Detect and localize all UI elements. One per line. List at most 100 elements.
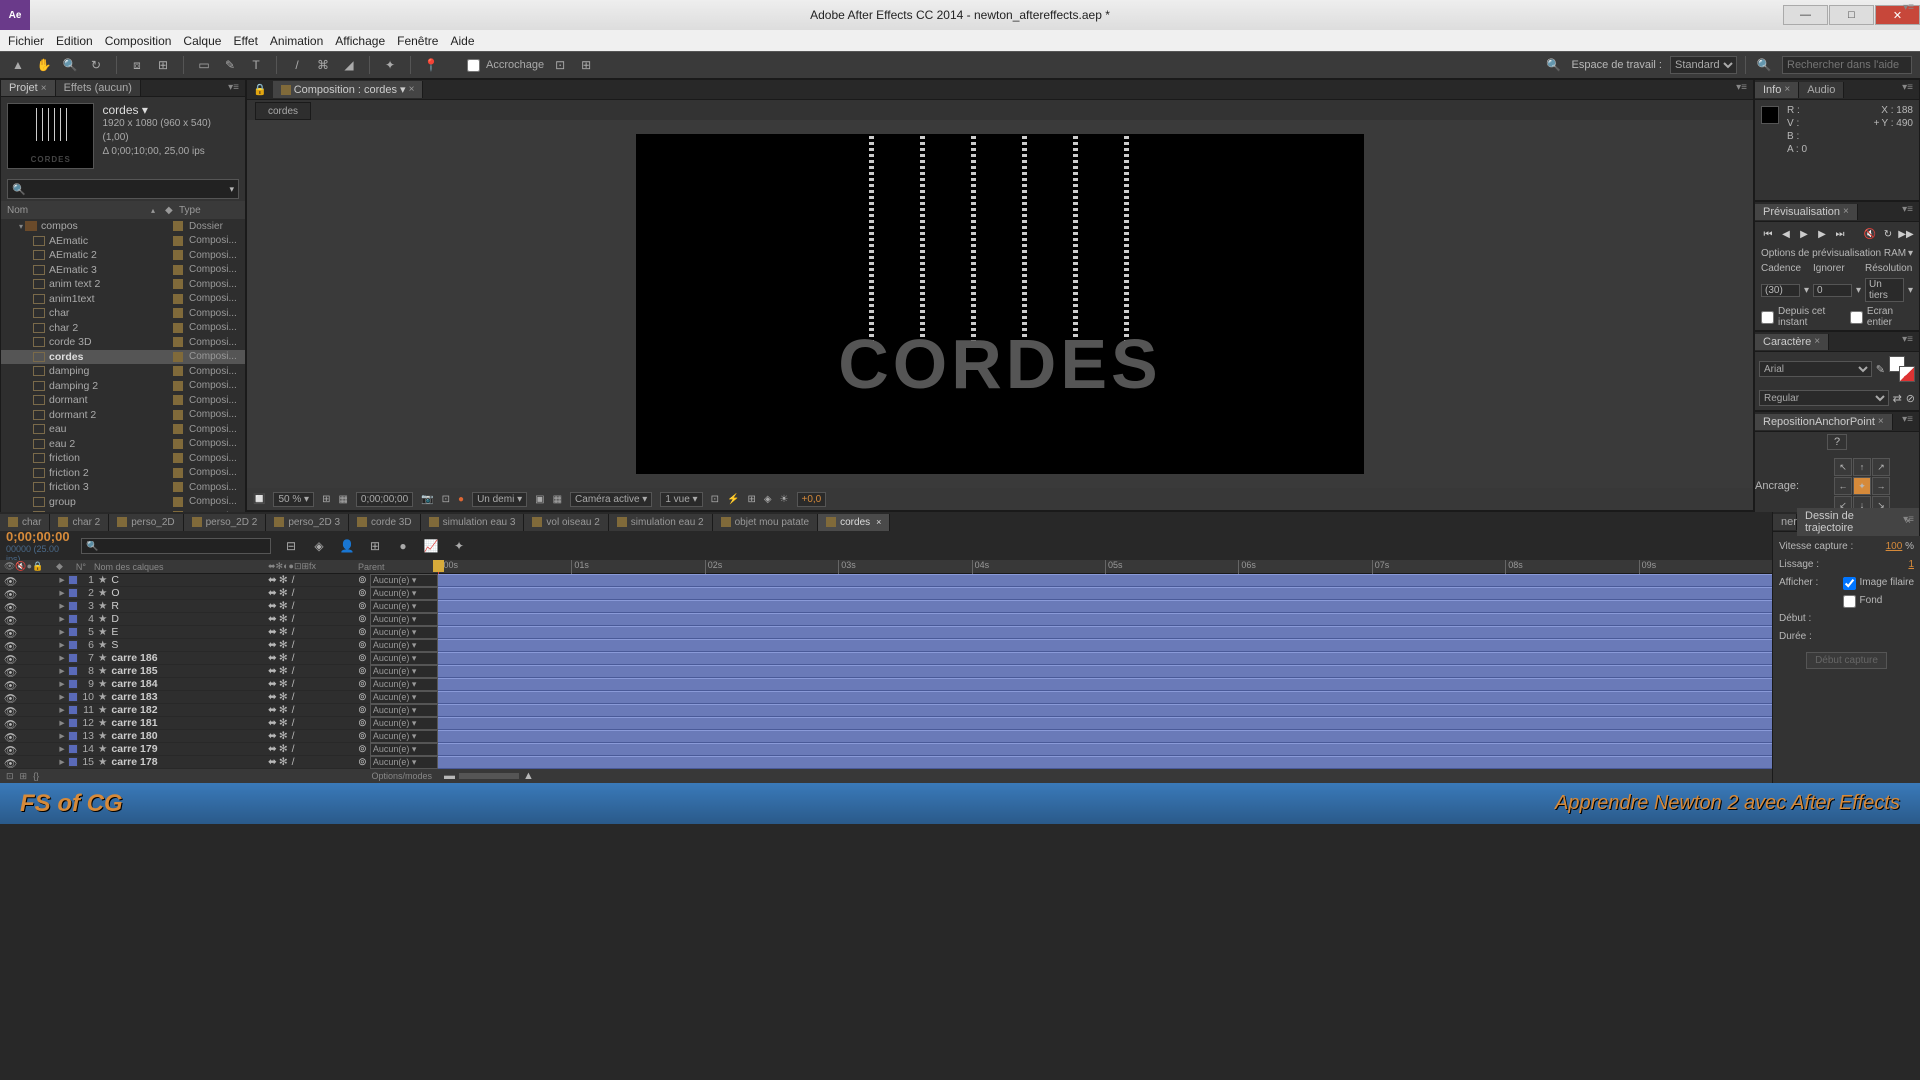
project-item[interactable]: friction 3Composi... [1, 480, 245, 495]
panel-menu-icon[interactable]: ▾≡ [1732, 82, 1751, 93]
timeline-tab[interactable]: simulation eau 2 [609, 514, 713, 531]
layer-bar[interactable] [438, 574, 1772, 587]
layer-bar[interactable] [438, 691, 1772, 704]
effects-tab[interactable]: Effets (aucun) [56, 80, 141, 96]
project-item[interactable]: ▾composDossier [1, 219, 245, 234]
timeline-tab[interactable]: perso_2D [109, 514, 183, 531]
rgb-icon[interactable]: ● [458, 494, 464, 505]
comp-mini-flow-icon[interactable]: ⊟ [281, 536, 301, 556]
text-tool-icon[interactable]: T [246, 55, 266, 75]
zoom-select[interactable]: 50 % ▾ [273, 492, 314, 507]
snap-checkbox[interactable] [467, 59, 480, 72]
selection-tool-icon[interactable]: ▲ [8, 55, 28, 75]
from-current-checkbox[interactable] [1761, 311, 1774, 324]
panel-menu-icon[interactable]: ▾≡ [1898, 334, 1917, 345]
project-item[interactable]: friction 2Composi... [1, 466, 245, 481]
options-modes-label[interactable]: Options/modes [371, 771, 432, 781]
maximize-button[interactable]: □ [1829, 5, 1874, 25]
first-frame-icon[interactable]: ⏮ [1760, 226, 1776, 242]
close-icon[interactable]: × [409, 84, 415, 95]
preview-tab[interactable]: Prévisualisation× [1755, 204, 1858, 220]
zoom-out-icon[interactable]: ▬ [444, 770, 455, 782]
menu-calque[interactable]: Calque [183, 34, 221, 48]
panel-menu-icon[interactable]: ▾≡ [1899, 514, 1918, 525]
menu-effet[interactable]: Effet [233, 34, 257, 48]
clone-tool-icon[interactable]: ⌘ [313, 55, 333, 75]
layer-bar[interactable] [438, 730, 1772, 743]
hand-tool-icon[interactable]: ✋ [34, 55, 54, 75]
timeline-tab[interactable]: perso_2D 3 [266, 514, 349, 531]
search-ws-icon[interactable]: 🔍 [1544, 55, 1564, 75]
rotate-tool-icon[interactable]: ↻ [86, 55, 106, 75]
layer-row[interactable]: 👁▸9★carre 184⬌✻/⊚Aucun(e) ▾ [0, 678, 438, 691]
layer-bar[interactable] [438, 665, 1772, 678]
timeline-icon[interactable]: ⊞ [747, 494, 755, 505]
help-search-input[interactable] [1782, 56, 1912, 74]
project-item[interactable]: AEmatic 3Composi... [1, 263, 245, 278]
project-item[interactable]: dormantComposi... [1, 393, 245, 408]
project-item[interactable]: eau 2Composi... [1, 437, 245, 452]
draft-3d-icon[interactable]: ◈ [309, 536, 329, 556]
minimize-button[interactable]: — [1783, 5, 1828, 25]
layer-bar[interactable] [438, 678, 1772, 691]
eyedropper-icon[interactable]: ✎ [1876, 363, 1885, 376]
project-item[interactable]: char 2Composi... [1, 321, 245, 336]
comp-viewer-tab[interactable]: Composition : cordes▾× [273, 81, 424, 98]
project-item[interactable]: dampingComposi... [1, 364, 245, 379]
loop-icon[interactable]: ↻ [1880, 226, 1896, 242]
roto-tool-icon[interactable]: ✦ [380, 55, 400, 75]
current-timecode[interactable]: 0;00;00;00 [6, 529, 71, 544]
capture-speed-value[interactable]: 100 [1886, 541, 1903, 552]
panel-menu-icon[interactable]: ▾≡ [224, 82, 243, 93]
menu-affichage[interactable]: Affichage [335, 34, 385, 48]
layer-row[interactable]: 👁▸8★carre 185⬌✻/⊚Aucun(e) ▾ [0, 665, 438, 678]
shape-tool-icon[interactable]: ▭ [194, 55, 214, 75]
menu-animation[interactable]: Animation [270, 34, 323, 48]
resolution-select[interactable]: Un tiers [1865, 278, 1904, 302]
layer-bar[interactable] [438, 652, 1772, 665]
col-type-header[interactable]: Type [179, 205, 239, 216]
ram-preview-icon[interactable]: ▶▶ [1898, 226, 1914, 242]
eraser-tool-icon[interactable]: ◢ [339, 55, 359, 75]
zoom-tool-icon[interactable]: 🔍 [60, 55, 80, 75]
graph-editor-icon[interactable]: 📈 [421, 536, 441, 556]
no-color-icon[interactable]: ⊘ [1906, 392, 1915, 405]
layer-row[interactable]: 👁▸15★carre 178⬌✻/⊚Aucun(e) ▾ [0, 756, 438, 769]
timeline-tab[interactable]: perso_2D 2 [184, 514, 267, 531]
menu-edition[interactable]: Edition [56, 34, 93, 48]
pan-behind-tool-icon[interactable]: ⊞ [153, 55, 173, 75]
layer-bar[interactable] [438, 600, 1772, 613]
project-item[interactable]: cordesComposi... [1, 350, 245, 365]
zoom-in-icon[interactable]: ▲ [523, 770, 534, 782]
mute-icon[interactable]: 🔇 [1862, 226, 1878, 242]
layer-row[interactable]: 👁▸3★R⬌✻/⊚Aucun(e) ▾ [0, 600, 438, 613]
layer-bar[interactable] [438, 756, 1772, 769]
snapshot-icon[interactable]: 📷 [421, 494, 433, 505]
ner-tab[interactable]: ner [1773, 514, 1797, 530]
panel-menu-icon[interactable]: ▾≡ [1898, 204, 1917, 215]
layer-search-input[interactable] [81, 538, 271, 554]
layer-row[interactable]: 👁▸14★carre 179⬌✻/⊚Aucun(e) ▾ [0, 743, 438, 756]
info-tab[interactable]: Info× [1755, 82, 1799, 98]
magnify-icon[interactable]: 🔲 [253, 494, 265, 505]
layer-bar[interactable] [438, 613, 1772, 626]
panel-menu-icon[interactable]: ▾≡ [1898, 82, 1917, 93]
grid-icon[interactable]: ⊞ [322, 494, 330, 505]
layer-bar[interactable] [438, 743, 1772, 756]
play-icon[interactable]: ▶ [1796, 226, 1812, 242]
layer-bar[interactable] [438, 587, 1772, 600]
comp-sub-tab[interactable]: cordes [255, 102, 311, 120]
layer-bar[interactable] [438, 704, 1772, 717]
toggle-switches-icon[interactable]: ⊡ [6, 771, 14, 782]
layer-bar[interactable] [438, 626, 1772, 639]
frame-blend-icon[interactable]: ⊞ [365, 536, 385, 556]
color-col-icon[interactable]: ◆ [165, 205, 179, 216]
layer-row[interactable]: 👁▸2★O⬌✻/⊚Aucun(e) ▾ [0, 587, 438, 600]
layer-row[interactable]: 👁▸4★D⬌✻/⊚Aucun(e) ▾ [0, 613, 438, 626]
chevron-down-icon[interactable]: ▾ [1908, 248, 1913, 259]
layer-row[interactable]: 👁▸13★carre 180⬌✻/⊚Aucun(e) ▾ [0, 730, 438, 743]
prev-frame-icon[interactable]: ◀ [1778, 226, 1794, 242]
menu-fichier[interactable]: Fichier [8, 34, 44, 48]
fast-preview-icon[interactable]: ⚡ [727, 494, 739, 505]
project-item[interactable]: eauComposi... [1, 422, 245, 437]
